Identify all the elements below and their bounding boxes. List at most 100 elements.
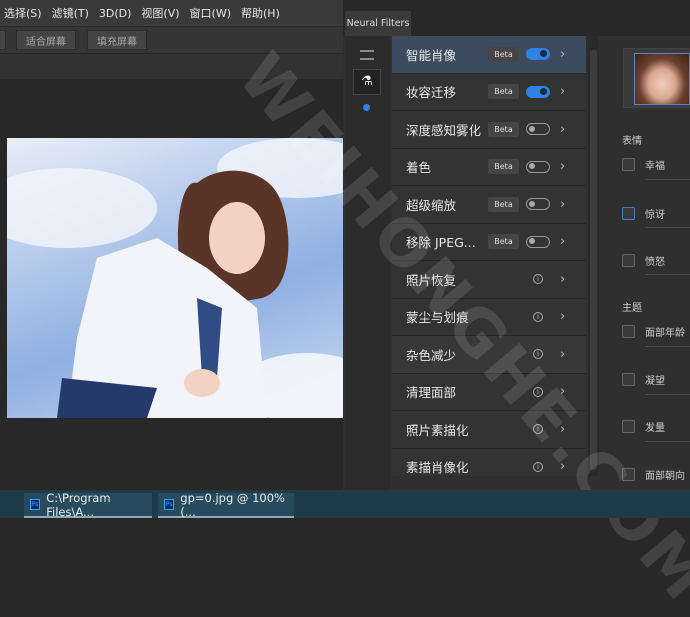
options-bar: 适合屏幕 填充屏幕: [0, 26, 345, 53]
filter-label: 深度感知雾化: [406, 122, 482, 138]
toolbar-button-partial[interactable]: [0, 30, 6, 50]
taskbar-label: gp=0.jpg @ 100% (...: [180, 490, 285, 519]
taskbar: Ps C:\Program Files\A... Ps gp=0.jpg @ 100…: [0, 490, 690, 519]
checkbox-label: 愤怒: [645, 257, 665, 268]
info-icon[interactable]: i: [533, 424, 543, 435]
chevron-right-icon[interactable]: ›: [560, 384, 565, 399]
chevron-right-icon[interactable]: ›: [560, 197, 565, 212]
slider-surprise[interactable]: [645, 227, 690, 228]
checkbox-hair-thickness[interactable]: 发量: [622, 419, 665, 434]
checkbox-happiness[interactable]: 幸福: [622, 157, 665, 172]
chevron-right-icon[interactable]: ›: [560, 234, 565, 249]
filter-label: 照片恢复: [406, 272, 457, 288]
checkbox-facial-age[interactable]: 面部年龄: [622, 324, 685, 339]
beta-badge: Beta: [488, 121, 519, 137]
filter-row-photo-restoration[interactable]: 照片恢复 i ›: [392, 261, 586, 299]
filter-label: 杂色减少: [406, 347, 457, 363]
fill-screen-button[interactable]: 填充屏幕: [87, 30, 147, 50]
filter-toggle[interactable]: [526, 235, 550, 248]
menu-filter[interactable]: 滤镜(T): [48, 5, 95, 21]
panel-tab-bar: Neural Filters: [343, 0, 690, 36]
active-indicator-dot: [363, 104, 370, 111]
info-icon[interactable]: i: [533, 274, 543, 285]
fit-screen-button[interactable]: 适合屏幕: [16, 30, 76, 50]
chevron-right-icon[interactable]: ›: [560, 122, 565, 137]
filter-row-makeup-transfer[interactable]: 妆容迁移 Beta ›: [392, 73, 586, 111]
filter-list: 智能肖像 Beta › 妆容迁移 Beta › 深度感知雾化 Beta › 着色 Beta › …: [392, 36, 586, 476]
filter-row-photo-to-sketch[interactable]: 照片素描化 i ›: [392, 411, 586, 449]
chevron-right-icon[interactable]: ›: [560, 84, 565, 99]
slider-anger[interactable]: [645, 274, 690, 275]
taskbar-item-program-files[interactable]: Ps C:\Program Files\A...: [24, 490, 152, 519]
face-thumbnail[interactable]: [634, 53, 690, 105]
chevron-right-icon[interactable]: ›: [560, 459, 565, 474]
menu-view[interactable]: 视图(V): [137, 5, 185, 21]
taskbar-label: C:\Program Files\A...: [46, 490, 111, 519]
chevron-right-icon[interactable]: ›: [560, 422, 565, 437]
info-icon[interactable]: i: [533, 461, 543, 472]
checkbox-head-direction[interactable]: 面部朝向: [622, 467, 685, 482]
face-preview: [623, 48, 690, 108]
filter-row-super-zoom[interactable]: 超级缩放 Beta ›: [392, 186, 586, 224]
slider-facial-age[interactable]: [645, 346, 690, 347]
filter-label: 素描肖像化: [406, 460, 469, 476]
filter-toggle[interactable]: [526, 85, 550, 98]
filter-label: 移除 JPEG...: [406, 235, 476, 251]
info-icon[interactable]: i: [533, 349, 543, 360]
chevron-right-icon[interactable]: ›: [560, 347, 565, 362]
beta-badge: Beta: [488, 234, 519, 250]
checkbox-label: 面部年龄: [645, 328, 685, 339]
filter-list-scrollbar[interactable]: [588, 36, 599, 476]
filter-row-colorize[interactable]: 着色 Beta ›: [392, 148, 586, 186]
filter-label: 智能肖像: [406, 47, 457, 63]
beta-badge: Beta: [488, 84, 519, 100]
filter-label: 照片素描化: [406, 422, 469, 438]
slider-hair-thickness[interactable]: [645, 441, 690, 442]
filter-toggle[interactable]: [526, 48, 550, 61]
filter-row-depth-haze[interactable]: 深度感知雾化 Beta ›: [392, 111, 586, 149]
filter-toggle[interactable]: [526, 123, 550, 136]
beaker-icon[interactable]: ⚗: [353, 69, 381, 95]
slider-gaze[interactable]: [645, 394, 690, 395]
beta-badge: Beta: [488, 46, 519, 62]
info-icon[interactable]: i: [533, 311, 543, 322]
filter-settings: 表情 幸福 惊讶 愤怒 主题 面部年龄 凝望 发量 面部朝向: [601, 36, 690, 490]
filter-label: 超级缩放: [406, 197, 457, 213]
chevron-right-icon[interactable]: ›: [560, 272, 565, 287]
filters-sliders-icon[interactable]: [360, 50, 374, 60]
checkbox-surprise[interactable]: 惊讶: [622, 206, 665, 221]
beta-badge: Beta: [488, 196, 519, 212]
menu-window[interactable]: 窗口(W): [186, 5, 237, 21]
filter-row-sketch-to-portrait[interactable]: 素描肖像化 i ›: [392, 448, 586, 476]
checkbox-label: 惊讶: [645, 210, 665, 221]
scrollbar-thumb[interactable]: [590, 50, 597, 470]
filter-row-smart-portrait[interactable]: 智能肖像 Beta ›: [392, 36, 586, 74]
beta-badge: Beta: [488, 159, 519, 175]
filter-row-jpeg-removal[interactable]: 移除 JPEG... Beta ›: [392, 223, 586, 261]
checkbox-gaze[interactable]: 凝望: [622, 372, 665, 387]
section-theme: 主题: [622, 303, 642, 314]
menu-3d[interactable]: 3D(D): [95, 7, 138, 20]
filter-label: 着色: [406, 160, 432, 176]
info-icon[interactable]: i: [533, 386, 543, 397]
neural-filters-panel: Neural Filters ⚗ 智能肖像 Beta › 妆容迁移 Beta › 深度感…: [343, 0, 690, 490]
filter-row-dust-scratches[interactable]: 蒙尘与划痕 i ›: [392, 298, 586, 336]
chevron-right-icon[interactable]: ›: [560, 47, 565, 62]
checkbox-anger[interactable]: 愤怒: [622, 253, 665, 268]
chevron-right-icon[interactable]: ›: [560, 159, 565, 174]
filter-label: 妆容迁移: [406, 85, 457, 101]
menu-help[interactable]: 帮助(H): [237, 5, 286, 21]
menu-bar: 选择(S) 滤镜(T) 3D(D) 视图(V) 窗口(W) 帮助(H): [0, 0, 345, 26]
panel-icon-column: ⚗: [345, 36, 390, 490]
portrait-photo: [7, 138, 343, 418]
filter-toggle[interactable]: [526, 198, 550, 211]
filter-toggle[interactable]: [526, 160, 550, 173]
filter-row-face-cleanup[interactable]: 清理面部 i ›: [392, 373, 586, 411]
tab-neural-filters[interactable]: Neural Filters: [345, 11, 411, 36]
taskbar-item-document[interactable]: Ps gp=0.jpg @ 100% (...: [158, 490, 294, 519]
chevron-right-icon[interactable]: ›: [560, 309, 565, 324]
filter-row-noise-reduction[interactable]: 杂色减少 i ›: [392, 336, 586, 374]
menu-select[interactable]: 选择(S): [0, 5, 48, 21]
slider-happiness[interactable]: [645, 179, 690, 180]
document-tab-strip: [0, 54, 345, 79]
